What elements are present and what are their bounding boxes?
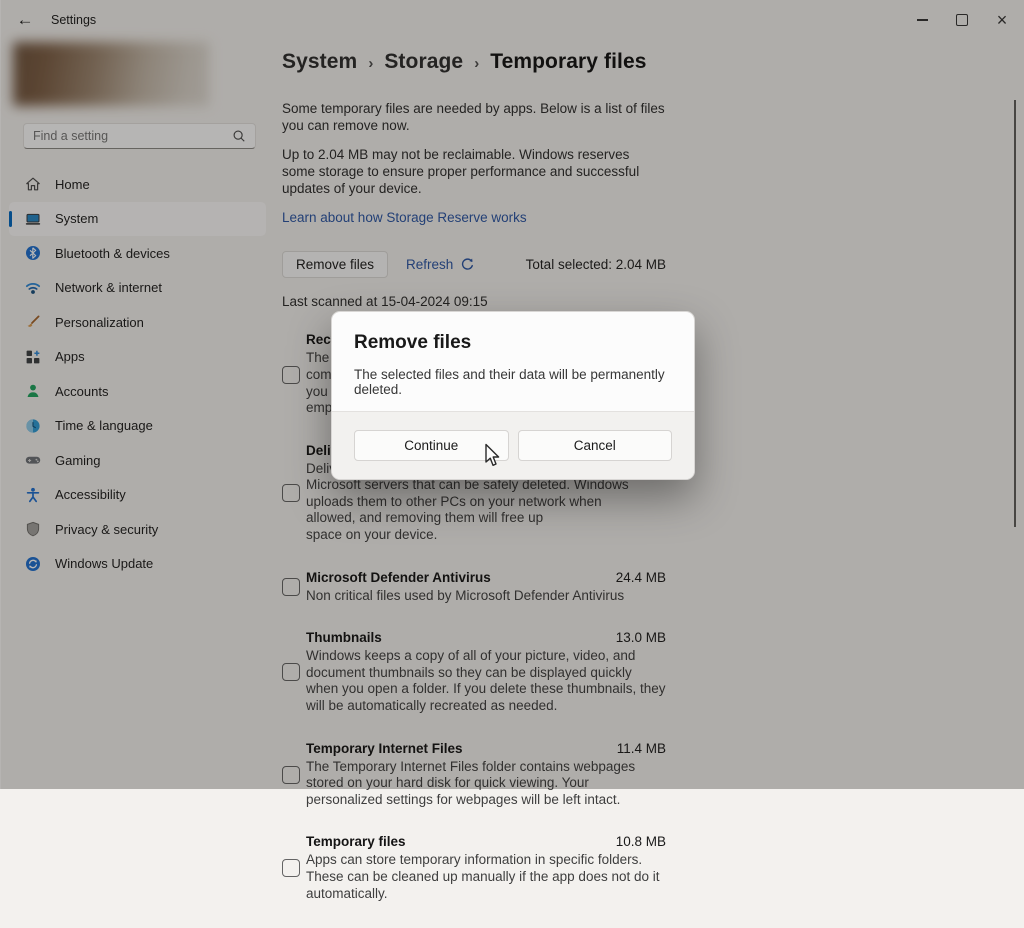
file-name: Temporary files bbox=[306, 834, 406, 849]
file-size: 10.8 MB bbox=[616, 834, 666, 849]
file-item-content: Temporary files 10.8 MB Apps can store tem… bbox=[306, 834, 666, 902]
dialog-title: Remove files bbox=[354, 332, 672, 354]
remove-files-dialog: Remove files The selected files and thei… bbox=[331, 311, 695, 480]
dialog-footer: Continue Cancel bbox=[332, 411, 694, 479]
file-checkbox[interactable] bbox=[282, 859, 300, 877]
list-item: Temporary files 10.8 MB Apps can store tem… bbox=[282, 834, 666, 902]
cancel-button[interactable]: Cancel bbox=[518, 430, 673, 461]
file-description: Apps can store temporary information in … bbox=[306, 852, 666, 902]
dialog-message: The selected files and their data will b… bbox=[354, 367, 672, 397]
file-item-header: Temporary files 10.8 MB bbox=[306, 834, 666, 849]
dialog-body: Remove files The selected files and thei… bbox=[332, 312, 694, 397]
continue-button[interactable]: Continue bbox=[354, 430, 509, 461]
